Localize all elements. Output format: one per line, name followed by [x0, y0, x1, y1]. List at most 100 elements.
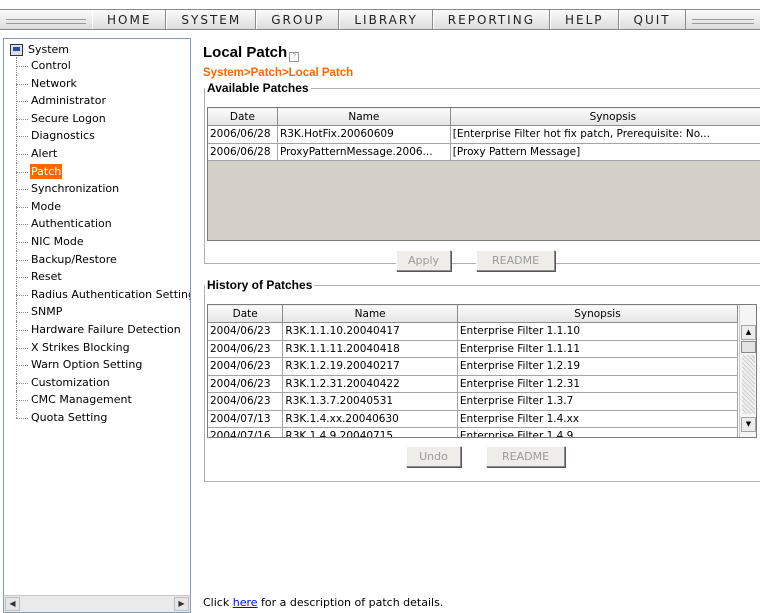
scroll-right-icon[interactable]: ▶: [174, 597, 189, 611]
page-title-text: Local Patch: [203, 44, 288, 61]
main-content: Local Patch? System>Patch>Local Patch Av…: [197, 38, 760, 613]
sidebar-item-mode[interactable]: Mode: [10, 197, 190, 216]
table-row[interactable]: 2004/06/23 R3K.1.3.7.20040531 Enterprise F…: [208, 392, 739, 411]
table-cell: R3K.1.1.11.20040418: [282, 339, 458, 358]
table-cell: Enterprise Filter 1.1.11: [456, 339, 739, 358]
sidebar-item-label: Network: [31, 76, 77, 90]
sidebar-item-label: Administrator: [31, 94, 106, 108]
sidebar-item-backup-restore[interactable]: Backup/Restore: [10, 250, 190, 269]
table-row[interactable]: 2004/06/23 R3K.1.1.11.20040418 Enterprise …: [208, 339, 739, 358]
sidebar-item-synchronization[interactable]: Synchronization: [10, 180, 190, 198]
sidebar: System Control Network Administrator Secure…: [3, 38, 191, 613]
sidebar-item-patch[interactable]: Patch: [10, 162, 190, 181]
column-header[interactable]: Synopsis: [456, 305, 739, 323]
table-cell: Enterprise Filter 1.4.9: [456, 427, 739, 437]
patch-history-group: History of Patches Date Name Synopsis 2004…: [204, 278, 760, 482]
sidebar-item-customization[interactable]: Customization: [10, 373, 190, 392]
menu-system[interactable]: SYSTEM: [166, 10, 257, 29]
table-cell: Enterprise Filter 1.1.10: [456, 322, 739, 341]
column-header[interactable]: Name: [276, 108, 451, 126]
table-row[interactable]: 2004/06/23 R3K.1.1.10.20040417 Enterprise …: [208, 322, 739, 341]
sidebar-horizontal-scrollbar[interactable]: ◀ ▶: [4, 595, 190, 612]
column-header[interactable]: Date: [208, 305, 284, 323]
sidebar-item-snmp[interactable]: SNMP: [10, 303, 190, 321]
available-patches-table: Date Name Synopsis 2006/06/28 R3K.HotFix.20…: [207, 107, 760, 241]
sidebar-item-label: Reset: [31, 270, 62, 284]
sidebar-item-nic-mode[interactable]: NIC Mode: [10, 232, 190, 251]
table-row[interactable]: 2004/07/16 R3K.1.4.9.20040715 Enterprise F…: [208, 427, 739, 437]
sidebar-item-label: Control: [31, 59, 71, 72]
scroll-left-icon[interactable]: ◀: [5, 597, 20, 611]
menu-library[interactable]: LIBRARY: [339, 10, 433, 29]
table-cell: R3K.1.2.19.20040217: [282, 357, 458, 376]
sidebar-item-diagnostics[interactable]: Diagnostics: [10, 127, 190, 145]
table-cell: [Proxy Pattern Message]: [449, 142, 760, 161]
footer-prefix: Click: [203, 596, 233, 609]
table-cell: Enterprise Filter 1.2.19: [456, 357, 739, 376]
sidebar-item-label: Alert: [31, 146, 58, 160]
scroll-down-icon[interactable]: ▼: [741, 417, 756, 432]
column-header[interactable]: Date: [208, 108, 278, 126]
scroll-track[interactable]: [742, 355, 755, 414]
sidebar-item-label: SNMP: [31, 305, 63, 319]
help-icon[interactable]: ?: [289, 52, 300, 62]
sidebar-item-administrator[interactable]: Administrator: [10, 92, 190, 110]
sidebar-item-label: CMC Management: [31, 393, 132, 407]
apply-button[interactable]: Apply: [396, 250, 451, 271]
menu-quit[interactable]: QUIT: [618, 10, 686, 29]
sidebar-item-label: Diagnostics: [31, 129, 95, 143]
column-header[interactable]: Name: [282, 305, 458, 323]
sidebar-item-label: Secure Logon: [31, 111, 106, 125]
menu-home[interactable]: HOME: [92, 10, 167, 29]
scroll-thumb[interactable]: [741, 341, 756, 353]
sidebar-item-quota-setting[interactable]: Quota Setting: [10, 408, 190, 427]
table-cell: R3K.HotFix.20060609: [276, 125, 451, 144]
table-row[interactable]: 2004/07/13 R3K.1.4.xx.20040630 Enterprise …: [208, 409, 739, 428]
table-row[interactable]: 2004/06/23 R3K.1.2.31.20040422 Enterprise …: [208, 374, 739, 393]
sidebar-item-reset[interactable]: Reset: [10, 268, 190, 286]
sidebar-item-secure-logon[interactable]: Secure Logon: [10, 109, 190, 128]
table-row[interactable]: 2006/06/28 R3K.HotFix.20060609 [Enterprise…: [208, 125, 760, 144]
history-vertical-scrollbar[interactable]: ▲ ▼: [739, 305, 756, 437]
patch-history-table: Date Name Synopsis 2004/06/23 R3K.1.1.10.20…: [207, 304, 757, 438]
sidebar-item-cmc-management[interactable]: CMC Management: [10, 391, 190, 409]
main-menu: HOME SYSTEM GROUP LIBRARY REPORTING HELP…: [0, 9, 760, 30]
sidebar-item-label: X Strikes Blocking: [31, 340, 130, 354]
table-cell: R3K.1.4.xx.20040630: [282, 409, 458, 428]
sidebar-item-hardware-failure-detection[interactable]: Hardware Failure Detection: [10, 320, 190, 339]
menu-help[interactable]: HELP: [550, 10, 619, 29]
table-row[interactable]: 2004/06/23 R3K.1.2.19.20040217 Enterprise …: [208, 357, 739, 376]
table-cell: 2004/06/23: [208, 322, 284, 341]
undo-button[interactable]: Undo: [406, 446, 461, 467]
menu-group[interactable]: GROUP: [256, 10, 340, 29]
table-cell: R3K.1.4.9.20040715: [282, 427, 458, 437]
table-cell: Enterprise Filter 1.4.xx: [456, 409, 739, 428]
sidebar-item-authentication[interactable]: Authentication: [10, 215, 190, 233]
sidebar-item-warn-option-setting[interactable]: Warn Option Setting: [10, 356, 190, 374]
patch-history-legend: History of Patches: [207, 278, 313, 292]
sidebar-item-x-strikes-blocking[interactable]: X Strikes Blocking: [10, 338, 190, 357]
sidebar-item-label: Warn Option Setting: [31, 358, 143, 372]
sidebar-item-network[interactable]: Network: [10, 74, 190, 93]
table-cell: Enterprise Filter 1.2.31: [456, 374, 739, 393]
column-header[interactable]: Synopsis: [449, 108, 760, 126]
available-patches-legend: Available Patches: [207, 81, 309, 95]
menu-reporting[interactable]: REPORTING: [432, 10, 550, 29]
sidebar-item-label: Hardware Failure Detection: [31, 322, 181, 336]
table-cell: [Enterprise Filter hot fix patch, Prereq…: [449, 125, 760, 144]
table-cell: 2004/06/23: [208, 339, 284, 358]
scroll-up-icon[interactable]: ▲: [741, 325, 756, 340]
sidebar-item-label: Customization: [31, 375, 110, 389]
patch-details-link[interactable]: here: [233, 596, 258, 609]
sidebar-item-alert[interactable]: Alert: [10, 144, 190, 163]
tree-root-system[interactable]: System: [10, 42, 190, 57]
table-cell: 2004/07/16: [208, 427, 284, 437]
table-cell: 2004/07/13: [208, 409, 284, 428]
table-row[interactable]: 2006/06/28 ProxyPatternMessage.2006... [Pr…: [208, 142, 760, 161]
sidebar-item-radius-authentication-setting[interactable]: Radius Authentication Setting: [10, 285, 190, 304]
history-readme-button[interactable]: README: [486, 446, 565, 467]
top-bar: HOME SYSTEM GROUP LIBRARY REPORTING HELP…: [0, 0, 760, 36]
readme-button[interactable]: README: [476, 250, 555, 271]
menu-decoration: [0, 10, 92, 29]
sidebar-item-control[interactable]: Control: [10, 57, 190, 75]
